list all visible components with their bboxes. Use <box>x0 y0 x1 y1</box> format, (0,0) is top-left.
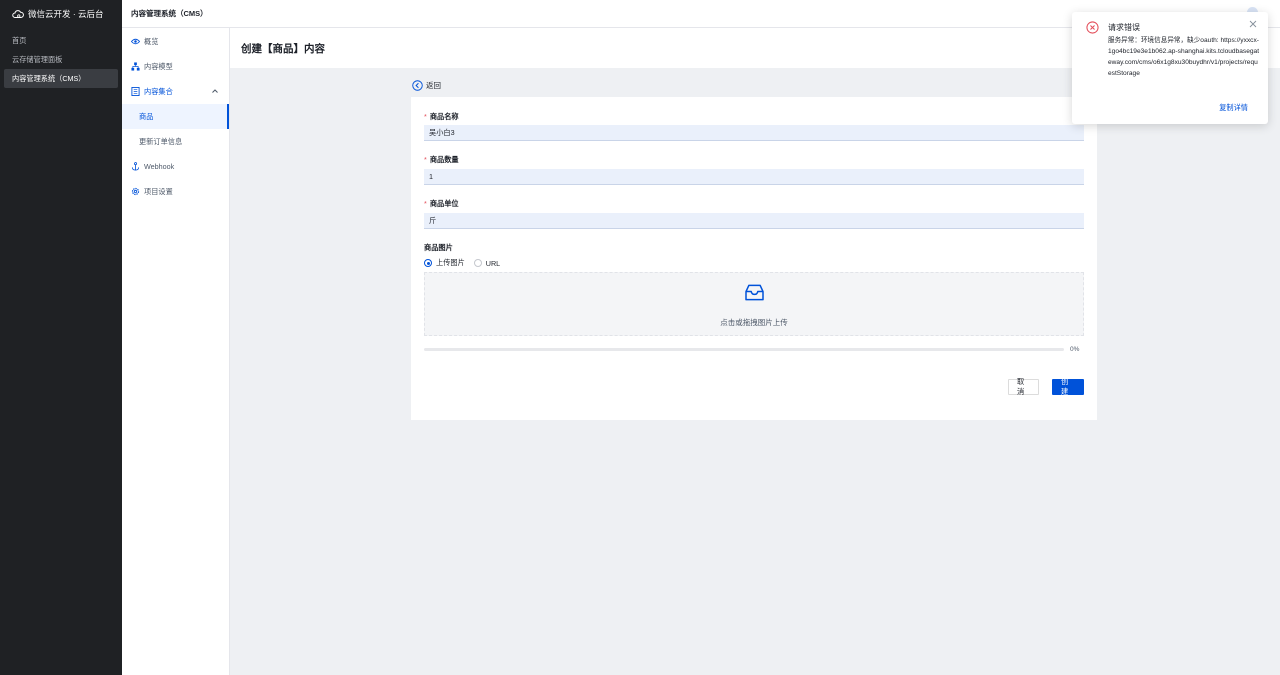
back-label: 返回 <box>426 81 441 90</box>
brand[interactable]: 微信云开发 · 云后台 <box>0 0 122 28</box>
subnav-item-settings[interactable]: 项目设置 <box>122 179 229 204</box>
model-tree-icon <box>131 62 140 71</box>
subnav-label: 项目设置 <box>144 186 173 196</box>
error-circle-icon <box>1086 21 1099 34</box>
chevron-up-icon[interactable] <box>211 87 219 95</box>
required-mark: * <box>424 155 427 164</box>
radio-url-label[interactable]: URL <box>486 259 500 268</box>
subnav-label: 内容模型 <box>144 61 173 71</box>
subnav-label: 内容集合 <box>144 86 173 96</box>
cms-subnav: 概览 内容模型 内容集合 商品 更新订单信息 Webhook 项目设置 <box>122 28 230 675</box>
subnav-item-update-orders[interactable]: 更新订单信息 <box>122 129 229 154</box>
inbox-icon <box>745 284 764 301</box>
page-title: 创建【商品】内容 <box>241 42 325 55</box>
field-label-quantity: * 商品数量 <box>424 155 459 164</box>
toast-title: 请求错误 <box>1108 23 1140 32</box>
upload-hint: 点击或拖拽图片上传 <box>720 318 788 327</box>
required-mark: * <box>424 112 427 121</box>
gear-icon <box>131 187 140 196</box>
subnav-item-collections[interactable]: 内容集合 <box>122 79 229 104</box>
sidebar-item-storage[interactable]: 云存储管理面板 <box>4 50 118 69</box>
field-label-image: 商品图片 <box>424 243 453 252</box>
product-quantity-input[interactable]: 1 <box>424 169 1084 185</box>
field-label-unit: * 商品单位 <box>424 199 459 208</box>
product-name-input[interactable]: 吴小白3 <box>424 125 1084 141</box>
cancel-button[interactable]: 取消 <box>1008 377 1039 396</box>
radio-upload[interactable] <box>424 259 432 267</box>
collection-icon <box>131 87 140 96</box>
image-upload-dropzone[interactable]: 点击或拖拽图片上传 <box>424 272 1084 336</box>
eye-icon <box>131 37 140 46</box>
subnav-item-webhook[interactable]: Webhook <box>122 154 229 179</box>
topbar-title: 内容管理系统（CMS） <box>131 9 208 18</box>
image-source-radio-group: 上传图片 URL <box>424 258 500 268</box>
subnav-label: Webhook <box>144 162 175 171</box>
radio-upload-label[interactable]: 上传图片 <box>436 258 465 268</box>
error-notification: 请求错误 服务异常：环境信息异常，缺少oauth: https://yxxcx-… <box>1072 12 1268 124</box>
app-sidebar: 微信云开发 · 云后台 首页 云存储管理面板 内容管理系统（CMS） <box>0 0 122 675</box>
sidebar-item-cms[interactable]: 内容管理系统（CMS） <box>4 69 118 88</box>
radio-url[interactable] <box>473 259 482 267</box>
back-link[interactable]: 返回 <box>412 80 441 91</box>
back-arrow-icon <box>412 80 423 91</box>
subnav-item-overview[interactable]: 概览 <box>122 29 229 54</box>
close-icon[interactable] <box>1249 20 1257 28</box>
required-mark: * <box>424 199 427 208</box>
brand-name: 微信云开发 · 云后台 <box>28 9 104 19</box>
field-label-name: * 商品名称 <box>424 112 459 121</box>
copy-details-link[interactable]: 复制详情 <box>1219 103 1248 113</box>
content-form: * 商品名称 吴小白3 * 商品数量 1 * 商品单位 斤 商品图片 上传图片 URL… <box>411 97 1097 420</box>
cloud-logo-icon <box>12 9 24 18</box>
subnav-item-products[interactable]: 商品 <box>122 104 229 129</box>
subnav-item-models[interactable]: 内容模型 <box>122 54 229 79</box>
product-unit-input[interactable]: 斤 <box>424 213 1084 229</box>
upload-progress-bar <box>424 348 1064 351</box>
toast-message: 服务异常：环境信息异常，缺少oauth: https://yxxcx-1go4b… <box>1108 37 1260 77</box>
subnav-label: 概览 <box>144 36 159 46</box>
upload-progress-label: 0% <box>1070 346 1080 353</box>
create-button[interactable]: 创建 <box>1052 377 1084 396</box>
anchor-icon <box>131 162 140 171</box>
sidebar-item-home[interactable]: 首页 <box>4 31 118 50</box>
